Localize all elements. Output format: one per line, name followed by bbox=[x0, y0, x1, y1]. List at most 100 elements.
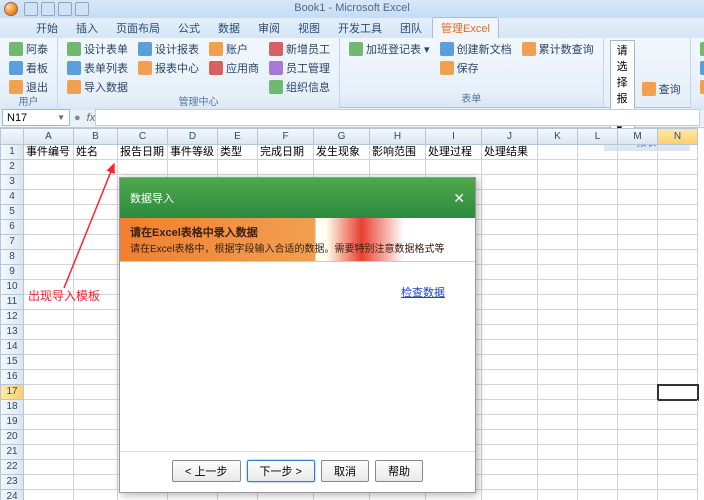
col-header-B[interactable]: B bbox=[74, 128, 118, 145]
cell[interactable] bbox=[538, 175, 578, 190]
tab-3[interactable]: 公式 bbox=[170, 18, 208, 38]
cell[interactable] bbox=[74, 190, 118, 205]
ribbon-btn[interactable]: 退出 bbox=[6, 78, 51, 96]
cell[interactable] bbox=[538, 190, 578, 205]
cell[interactable]: 事件编号 bbox=[24, 145, 74, 160]
ribbon-btn[interactable]: 新增员工 bbox=[266, 40, 333, 58]
cell[interactable] bbox=[618, 475, 658, 490]
tab-7[interactable]: 开发工具 bbox=[330, 18, 390, 38]
ribbon-btn[interactable]: 看板 bbox=[6, 59, 51, 77]
cell[interactable] bbox=[24, 175, 74, 190]
cell[interactable] bbox=[618, 400, 658, 415]
cell[interactable] bbox=[74, 445, 118, 460]
cell[interactable] bbox=[538, 475, 578, 490]
cell[interactable] bbox=[578, 265, 618, 280]
cell[interactable] bbox=[578, 475, 618, 490]
ribbon-btn[interactable]: 表单列表 bbox=[64, 59, 131, 77]
row-header[interactable]: 18 bbox=[0, 400, 24, 415]
row-header[interactable]: 6 bbox=[0, 220, 24, 235]
cell[interactable]: 发生现象 bbox=[314, 145, 370, 160]
ribbon-btn[interactable]: 加班登记表 ▾ bbox=[346, 40, 433, 58]
cell[interactable] bbox=[538, 340, 578, 355]
row-header[interactable]: 3 bbox=[0, 175, 24, 190]
cell[interactable] bbox=[658, 460, 698, 475]
cell[interactable]: 报告日期 bbox=[118, 145, 168, 160]
name-box[interactable]: N17 ▼ bbox=[2, 109, 70, 126]
cell[interactable] bbox=[74, 250, 118, 265]
ribbon-btn[interactable]: 应用商 bbox=[206, 59, 262, 77]
close-icon[interactable]: ✕ bbox=[453, 190, 465, 207]
tab-9[interactable]: 管理Excel bbox=[432, 17, 499, 38]
cell[interactable] bbox=[24, 430, 74, 445]
cell[interactable] bbox=[658, 160, 698, 175]
cell[interactable] bbox=[578, 430, 618, 445]
cell[interactable] bbox=[658, 415, 698, 430]
cell[interactable] bbox=[618, 370, 658, 385]
cell[interactable] bbox=[538, 160, 578, 175]
cell[interactable] bbox=[482, 340, 538, 355]
cell[interactable] bbox=[482, 280, 538, 295]
cell[interactable] bbox=[74, 205, 118, 220]
cell[interactable] bbox=[618, 250, 658, 265]
cell[interactable] bbox=[578, 325, 618, 340]
row-header[interactable]: 15 bbox=[0, 355, 24, 370]
help-button[interactable]: 帮助 bbox=[375, 460, 423, 482]
cell[interactable] bbox=[578, 160, 618, 175]
cell[interactable] bbox=[482, 190, 538, 205]
cell[interactable] bbox=[538, 265, 578, 280]
cell[interactable] bbox=[658, 220, 698, 235]
row-header[interactable]: 5 bbox=[0, 205, 24, 220]
cell[interactable] bbox=[314, 160, 370, 175]
cell[interactable] bbox=[74, 475, 118, 490]
cell[interactable] bbox=[482, 370, 538, 385]
col-header-C[interactable]: C bbox=[118, 128, 168, 145]
cell[interactable] bbox=[482, 385, 538, 400]
dropdown-icon[interactable]: ▼ bbox=[57, 113, 65, 122]
cell[interactable] bbox=[74, 490, 118, 500]
ribbon-btn[interactable]: 保存 bbox=[437, 59, 515, 77]
cell[interactable] bbox=[618, 220, 658, 235]
cell[interactable] bbox=[24, 235, 74, 250]
cell[interactable] bbox=[618, 160, 658, 175]
cell[interactable] bbox=[618, 175, 658, 190]
qat-save-icon[interactable] bbox=[24, 2, 38, 16]
cell[interactable] bbox=[618, 190, 658, 205]
cell[interactable] bbox=[482, 460, 538, 475]
row-header[interactable]: 1 bbox=[0, 145, 24, 160]
cell[interactable] bbox=[618, 205, 658, 220]
cell[interactable] bbox=[578, 280, 618, 295]
cell[interactable] bbox=[370, 160, 426, 175]
ribbon-btn[interactable]: 导入数据 bbox=[64, 78, 131, 96]
ribbon-btn[interactable]: 账户 bbox=[206, 40, 262, 58]
cell[interactable] bbox=[24, 490, 74, 500]
cell[interactable] bbox=[618, 460, 658, 475]
row-header[interactable]: 22 bbox=[0, 460, 24, 475]
col-header-J[interactable]: J bbox=[482, 128, 538, 145]
cell[interactable] bbox=[482, 355, 538, 370]
cell[interactable] bbox=[538, 205, 578, 220]
col-header-A[interactable]: A bbox=[24, 128, 74, 145]
cell[interactable] bbox=[482, 475, 538, 490]
cell[interactable] bbox=[24, 265, 74, 280]
ribbon-btn[interactable]: 使用帮助 bbox=[697, 78, 704, 96]
cell[interactable] bbox=[538, 370, 578, 385]
row-header[interactable]: 24 bbox=[0, 490, 24, 500]
ribbon-btn[interactable]: 组织信息 bbox=[266, 78, 333, 96]
cell[interactable] bbox=[74, 235, 118, 250]
cell[interactable] bbox=[24, 310, 74, 325]
cell[interactable] bbox=[24, 415, 74, 430]
cell[interactable] bbox=[578, 190, 618, 205]
cell[interactable] bbox=[118, 160, 168, 175]
ribbon-btn[interactable]: 创建新文档 bbox=[437, 40, 515, 58]
row-header[interactable]: 17 bbox=[0, 385, 24, 400]
cell[interactable]: 影响范围 bbox=[370, 145, 426, 160]
cell[interactable] bbox=[74, 385, 118, 400]
cell[interactable] bbox=[74, 370, 118, 385]
cell[interactable] bbox=[658, 280, 698, 295]
cell[interactable] bbox=[482, 400, 538, 415]
cell[interactable] bbox=[426, 160, 482, 175]
cell[interactable] bbox=[618, 445, 658, 460]
cell[interactable] bbox=[24, 325, 74, 340]
cell[interactable] bbox=[658, 145, 698, 160]
cell[interactable] bbox=[658, 430, 698, 445]
